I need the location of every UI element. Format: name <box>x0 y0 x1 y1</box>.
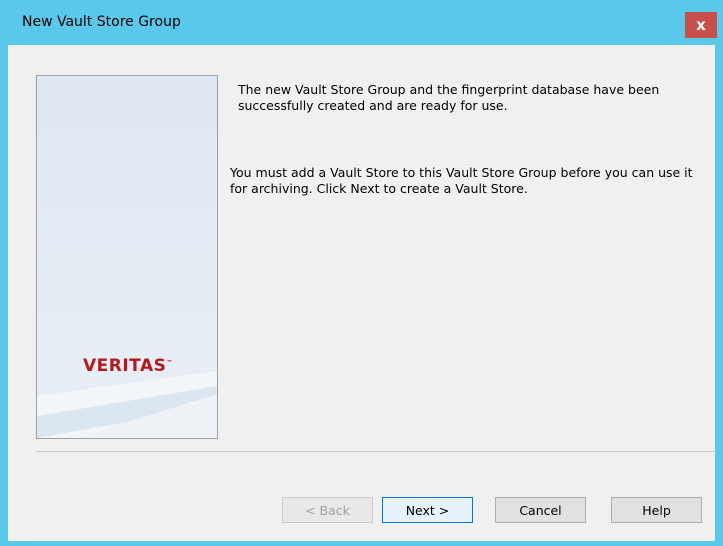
title-bar[interactable]: New Vault Store Group x <box>0 0 723 45</box>
logo-trademark: ™ <box>166 359 173 367</box>
next-button[interactable]: Next > <box>382 497 473 523</box>
close-icon: x <box>696 16 706 34</box>
logo-text: VERITAS <box>83 356 167 376</box>
footer-divider <box>36 451 716 452</box>
dialog-body: VERITAS™ The new Vault Store Group and t… <box>8 45 716 541</box>
back-button[interactable]: < Back <box>282 497 373 523</box>
side-panel-graphic <box>37 76 217 438</box>
wizard-window: New Vault Store Group x VERITAS™ The new… <box>0 0 723 546</box>
cancel-button[interactable]: Cancel <box>495 497 586 523</box>
success-message: The new Vault Store Group and the finger… <box>238 82 660 113</box>
veritas-logo: VERITAS™ <box>83 356 173 376</box>
close-button[interactable]: x <box>685 12 717 38</box>
instruction-message: You must add a Vault Store to this Vault… <box>230 165 693 196</box>
wizard-side-panel: VERITAS™ <box>36 75 218 439</box>
window-title: New Vault Store Group <box>22 14 181 30</box>
help-button[interactable]: Help <box>611 497 702 523</box>
